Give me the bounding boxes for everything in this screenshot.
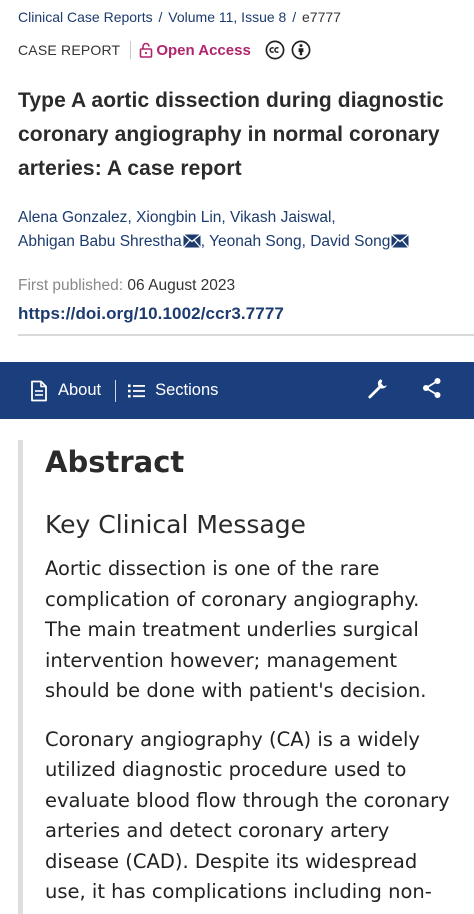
article-meta-row: CASE REPORT Open Access — [18, 32, 456, 68]
author-link[interactable]: Vikash Jaiswal — [230, 209, 331, 226]
toolbar-actions — [366, 377, 474, 404]
attribution-icon[interactable] — [291, 40, 311, 60]
key-clinical-message-heading: Key Clinical Message — [45, 510, 306, 539]
share-icon[interactable] — [422, 377, 442, 404]
toolbar-divider — [115, 379, 117, 402]
publication-date-line: First published: 06 August 2023 — [18, 274, 456, 298]
about-label: About — [58, 381, 102, 399]
abstract-heading: Abstract — [45, 445, 185, 479]
meta-divider — [130, 41, 132, 59]
article-header: Clinical Case Reports / Volume 11, Issue… — [0, 0, 474, 328]
open-access-badge: Open Access — [139, 42, 251, 59]
license-icons — [265, 40, 311, 60]
article-type-label: CASE REPORT — [18, 42, 121, 58]
published-date: 06 August 2023 — [127, 277, 236, 294]
envelope-icon[interactable] — [182, 232, 201, 256]
breadcrumb-separator: / — [288, 9, 300, 25]
creative-commons-icon[interactable] — [265, 40, 285, 60]
open-access-label: Open Access — [156, 41, 251, 59]
sections-label: Sections — [155, 381, 219, 399]
abstract-paragraph: Coronary angiography (CA) is a widely ut… — [45, 727, 450, 914]
wrench-icon[interactable] — [366, 377, 388, 404]
abstract-paragraph: Aortic dissection is one of the rare com… — [45, 557, 427, 702]
list-icon — [128, 384, 146, 397]
open-lock-icon — [140, 42, 153, 58]
header-divider — [18, 334, 474, 336]
sections-button[interactable]: Sections — [128, 381, 218, 400]
author-link[interactable]: Yeonah Song — [209, 233, 302, 250]
article-id: e7777 — [302, 9, 341, 25]
breadcrumb-separator: / — [154, 9, 167, 25]
breadcrumb-volume-link[interactable]: Volume 11, Issue 8 — [168, 9, 286, 25]
author-list: Alena Gonzalez, Xiongbin Lin, Vikash Jai… — [18, 206, 456, 256]
about-button[interactable]: About — [30, 380, 101, 402]
abstract-section: Abstract Key Clinical Message Aortic dis… — [18, 440, 474, 914]
breadcrumb-journal-link[interactable]: Clinical Case Reports — [18, 9, 153, 25]
author-link[interactable]: Xiongbin Lin — [136, 209, 221, 226]
published-label: First published: — [18, 277, 124, 294]
envelope-icon[interactable] — [391, 232, 410, 256]
doi-link[interactable]: https://doi.org/10.1002/ccr3.7777 — [18, 300, 456, 328]
breadcrumb: Clinical Case Reports / Volume 11, Issue… — [18, 6, 456, 28]
document-icon — [31, 380, 47, 401]
article-title: Type A aortic dissection during diagnost… — [18, 89, 444, 180]
article-toolbar: About Sections — [0, 362, 474, 419]
author-link[interactable]: David Song — [310, 233, 390, 250]
author-link[interactable]: Abhigan Babu Shrestha — [18, 233, 182, 250]
author-link[interactable]: Alena Gonzalez — [18, 209, 127, 226]
